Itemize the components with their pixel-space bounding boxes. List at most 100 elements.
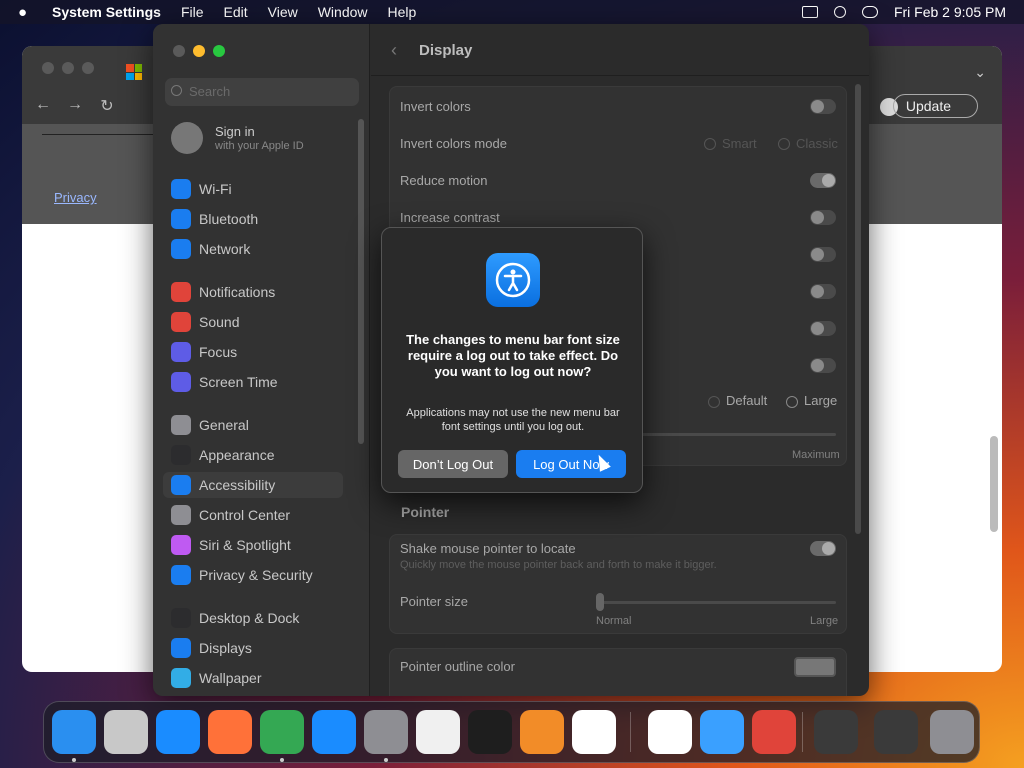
- browser-traffic-lights: [42, 62, 94, 74]
- back-arrow-icon[interactable]: ←: [34, 96, 52, 116]
- signin-title: Sign in: [215, 124, 255, 139]
- close-window-button[interactable]: [173, 45, 185, 57]
- minimize-window-button[interactable]: [193, 45, 205, 57]
- sidebar-item-privacy-security[interactable]: Privacy & Security: [163, 562, 343, 588]
- settings-sidebar: Search Sign in with your Apple ID Wi-Fi B…: [153, 24, 370, 696]
- app-menu[interactable]: System Settings: [52, 4, 161, 20]
- sidebar-search-input[interactable]: Search: [165, 78, 359, 106]
- minimized-window-icon[interactable]: [874, 710, 918, 754]
- vscode-icon[interactable]: [572, 710, 616, 754]
- finder-icon[interactable]: [52, 710, 96, 754]
- wifi-icon: [171, 179, 191, 199]
- trash-icon[interactable]: [930, 710, 974, 754]
- privacy-link[interactable]: Privacy: [54, 190, 97, 205]
- browser-scrollbar[interactable]: [990, 436, 998, 532]
- firefox-icon[interactable]: [208, 710, 252, 754]
- hourglass-icon: [171, 372, 191, 392]
- invert-classic-label: Classic: [796, 136, 838, 151]
- minimized-window-icon[interactable]: [814, 710, 858, 754]
- pointer-outline-panel: Pointer outline color: [389, 648, 847, 696]
- photo-booth-icon[interactable]: [752, 710, 796, 754]
- display-option-toggle[interactable]: [810, 321, 836, 336]
- sidebar-item-sound[interactable]: Sound: [163, 309, 343, 335]
- sidebar-item-screen-time[interactable]: Screen Time: [163, 369, 343, 395]
- bell-icon: [171, 282, 191, 302]
- sidebar-item-focus[interactable]: Focus: [163, 339, 343, 365]
- textedit-icon[interactable]: [416, 710, 460, 754]
- menu-size-large-radio[interactable]: [786, 396, 798, 408]
- garageband-icon[interactable]: [520, 710, 564, 754]
- launchpad-icon[interactable]: [104, 710, 148, 754]
- shake-pointer-toggle[interactable]: [810, 541, 836, 556]
- spotlight-search-icon[interactable]: [833, 6, 846, 18]
- dont-log-out-button[interactable]: Don’t Log Out: [398, 450, 508, 478]
- pane-header: ‹ Display: [371, 24, 869, 76]
- chrome-icon[interactable]: [260, 710, 304, 754]
- terminal-icon[interactable]: [468, 710, 512, 754]
- menu-help[interactable]: Help: [388, 4, 417, 20]
- menu-file[interactable]: File: [181, 4, 204, 20]
- reload-icon[interactable]: ↻: [98, 96, 116, 116]
- sidebar-item-label: General: [199, 417, 249, 433]
- sidebar-item-desktop-dock[interactable]: Desktop & Dock: [163, 605, 343, 631]
- appearance-icon: [171, 445, 191, 465]
- pane-scrollbar[interactable]: [855, 84, 861, 534]
- menu-size-default-label: Default: [726, 393, 768, 408]
- dialog-title: The changes to menu bar font size requir…: [406, 332, 620, 379]
- invert-smart-radio[interactable]: [704, 138, 716, 150]
- sidebar-item-wi-fi[interactable]: Wi-Fi: [163, 176, 343, 202]
- sidebar-item-label: Bluetooth: [199, 211, 259, 227]
- reduce-motion-toggle[interactable]: [810, 173, 836, 188]
- display-option-toggle[interactable]: [810, 358, 836, 373]
- sidebar-item-appearance[interactable]: Appearance: [163, 442, 343, 468]
- app-store-icon[interactable]: [312, 710, 356, 754]
- menu-view[interactable]: View: [268, 4, 298, 20]
- menu-window[interactable]: Window: [318, 4, 368, 20]
- icloud-icon[interactable]: [700, 710, 744, 754]
- pointer-size-label: Pointer size: [400, 594, 468, 609]
- invert-colors-toggle[interactable]: [810, 99, 836, 114]
- chevron-down-icon[interactable]: ⌄: [974, 64, 986, 81]
- sidebar-item-general[interactable]: General: [163, 412, 343, 438]
- sidebar-item-siri-spotlight[interactable]: Siri & Spotlight: [163, 532, 343, 558]
- pointer-outline-color-well[interactable]: [794, 657, 836, 677]
- sidebar-item-notifications[interactable]: Notifications: [163, 279, 343, 305]
- visual-studio-icon[interactable]: [648, 710, 692, 754]
- shake-pointer-description: Quickly move the mouse pointer back and …: [400, 559, 717, 571]
- sidebar-item-control-center[interactable]: Control Center: [163, 502, 343, 528]
- screen-mirroring-icon[interactable]: [801, 6, 818, 18]
- browser-update-button[interactable]: Update: [892, 94, 978, 118]
- pointer-size-knob[interactable]: [596, 593, 604, 611]
- pointer-size-slider[interactable]: [600, 601, 836, 604]
- sidebar-item-label: Desktop & Dock: [199, 610, 300, 626]
- menu-bar-clock[interactable]: Fri Feb 2 9:05 PM: [894, 4, 1006, 20]
- pointer-size-max-label: Large: [810, 615, 839, 627]
- speaker-icon: [171, 312, 191, 332]
- sidebar-item-label: Sound: [199, 314, 240, 330]
- menu-size-default-radio[interactable]: [708, 396, 720, 408]
- display-option-toggle[interactable]: [810, 247, 836, 262]
- apple-menu-icon[interactable]: ●: [18, 4, 38, 21]
- forward-arrow-icon[interactable]: →: [66, 96, 84, 116]
- bluetooth-icon: [171, 209, 191, 229]
- invert-classic-radio[interactable]: [778, 138, 790, 150]
- sidebar-item-wallpaper[interactable]: Wallpaper: [163, 665, 343, 691]
- sidebar-item-displays[interactable]: Displays: [163, 635, 343, 661]
- system-settings-icon[interactable]: [364, 710, 408, 754]
- sidebar-item-label: Focus: [199, 344, 238, 360]
- safari-icon[interactable]: [156, 710, 200, 754]
- display-option-toggle[interactable]: [810, 284, 836, 299]
- running-indicator: [384, 758, 388, 762]
- sidebar-scrollbar[interactable]: [358, 119, 364, 444]
- sidebar-item-bluetooth[interactable]: Bluetooth: [163, 206, 343, 232]
- slider-track[interactable]: [640, 433, 836, 436]
- back-chevron-icon[interactable]: ‹: [391, 40, 397, 61]
- dock: [43, 701, 980, 763]
- control-center-icon[interactable]: [861, 6, 878, 18]
- zoom-window-button[interactable]: [213, 45, 225, 57]
- menu-edit[interactable]: Edit: [224, 4, 248, 20]
- slider-max-label: Maximum: [792, 449, 840, 461]
- sidebar-item-network[interactable]: Network: [163, 236, 343, 262]
- sidebar-item-accessibility[interactable]: Accessibility: [163, 472, 343, 498]
- increase-contrast-toggle[interactable]: [810, 210, 836, 225]
